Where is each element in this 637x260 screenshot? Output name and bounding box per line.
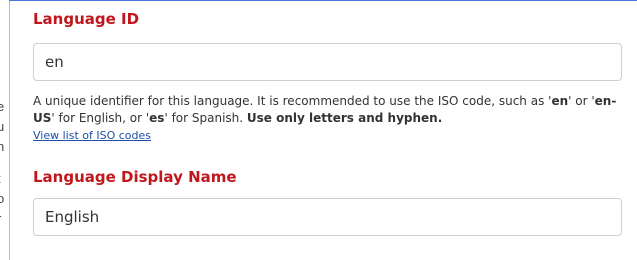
edge-char: o: [0, 192, 4, 205]
help-text: A unique identifier for this language. I…: [33, 94, 552, 108]
edge-char: r: [0, 212, 1, 225]
focus-edge: [9, 0, 637, 1]
display-name-label: Language Display Name: [33, 168, 237, 186]
help-emphasis: Use only letters and hyphen.: [246, 111, 443, 125]
edge-char: u: [0, 120, 4, 133]
help-text: ' for Spanish.: [164, 111, 247, 125]
edge-char: t: [0, 172, 1, 185]
help-code-es: es: [149, 111, 165, 125]
edge-char: e: [0, 100, 4, 113]
display-name-input[interactable]: [33, 198, 622, 236]
language-id-input[interactable]: [33, 43, 622, 81]
help-code-en: en: [551, 94, 569, 108]
language-id-label: Language ID: [33, 10, 140, 28]
language-form: Language ID A unique identifier for this…: [33, 8, 623, 236]
form-panel: l e u n t o r Language ID A unique ident…: [0, 0, 637, 260]
background-page-edge: l e u n t o r: [0, 0, 10, 260]
help-text: ' or ': [568, 94, 595, 108]
language-id-help: A unique identifier for this language. I…: [33, 93, 623, 144]
iso-codes-link[interactable]: View list of ISO codes: [33, 128, 151, 143]
edge-char: n: [0, 140, 4, 153]
help-text: ' for English, or ': [51, 111, 150, 125]
